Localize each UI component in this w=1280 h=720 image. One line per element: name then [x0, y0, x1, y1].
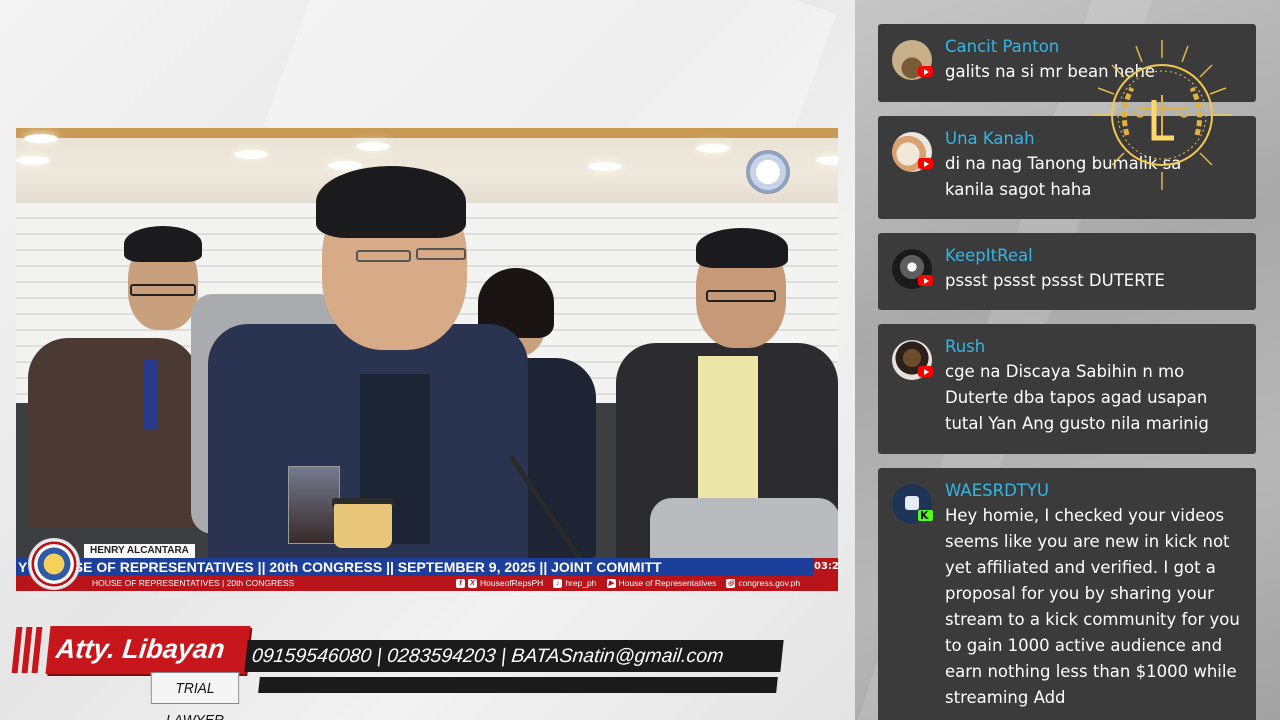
hearing-video-feed: HENRY ALCANTARA Y || HOUSE OF REPRESENTA…	[16, 128, 838, 591]
chat-username: Rush	[945, 337, 986, 356]
facebook-icon: f	[456, 579, 465, 588]
ticker-link-youtube: ▶ House of Representatives	[606, 578, 717, 588]
globe-icon: ◎	[726, 579, 736, 588]
stream-stage: HENRY ALCANTARA Y || HOUSE OF REPRESENTA…	[0, 0, 855, 720]
youtube-icon: ▶	[606, 579, 616, 588]
youtube-icon	[918, 275, 933, 286]
chat-message: KeepItReal pssst pssst pssst DUTERTE	[878, 233, 1256, 310]
ticker-link-facebook: f X HouseofRepsPH	[456, 576, 543, 591]
house-seal-watermark	[746, 150, 790, 194]
chat-message: Rush cge na Discaya Sabihin n mo Duterte…	[878, 324, 1256, 454]
ticker-time: 03:2	[814, 558, 838, 576]
chat-username: KeepItReal	[945, 246, 1033, 265]
youtube-icon	[918, 66, 933, 77]
chat-message: K WAESRDTYU Hey homie, I checked your vi…	[878, 468, 1256, 720]
tiktok-icon: ♪	[553, 579, 563, 588]
host-title: TRIAL LAWYER	[150, 672, 240, 720]
x-icon: X	[468, 579, 477, 588]
chat-text: pssst pssst pssst DUTERTE	[945, 271, 1165, 290]
chat-username: WAESRDTYU	[945, 481, 1050, 500]
host-contact: 09159546080 | 0283594203 | BATASnatin@gm…	[244, 640, 784, 672]
host-name: Atty. Libayan	[45, 626, 251, 674]
youtube-icon	[918, 366, 933, 377]
news-ticker: HENRY ALCANTARA Y || HOUSE OF REPRESENTA…	[16, 538, 838, 591]
ticker-subline-text: HOUSE OF REPRESENTATIVES | 20th CONGRESS	[92, 578, 295, 588]
house-seal-icon	[28, 538, 80, 590]
chat-text: cge na Discaya Sabihin n mo Duterte dba …	[945, 362, 1209, 433]
ticker-headline: Y || HOUSE OF REPRESENTATIVES || 20th CO…	[16, 558, 838, 576]
ticker-nameplate: HENRY ALCANTARA	[84, 544, 195, 558]
law-crest-logo	[1092, 40, 1232, 190]
ticker-subline: HOUSE OF REPRESENTATIVES | 20th CONGRESS…	[16, 576, 838, 591]
kick-icon: K	[918, 509, 933, 522]
youtube-icon	[918, 158, 933, 169]
chat-text: Hey homie, I checked your videos seems l…	[945, 506, 1240, 707]
ticker-link-tiktok: ♪ hrep_ph	[553, 576, 597, 591]
ticker-link-website: ◎ congress.gov.ph	[726, 578, 801, 588]
coffee-cup	[334, 504, 392, 548]
lower-third-bar	[258, 677, 778, 693]
